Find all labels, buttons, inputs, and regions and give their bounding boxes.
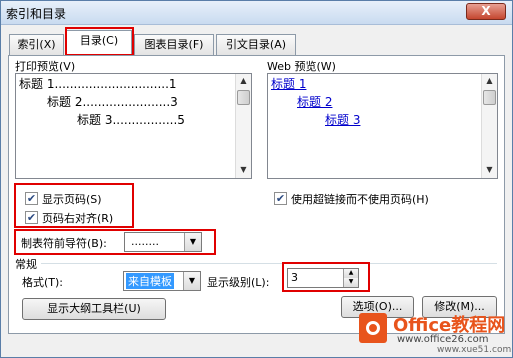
- close-button[interactable]: X: [466, 3, 506, 20]
- web-preview-link-2[interactable]: 标题 2: [297, 93, 332, 110]
- tab-index-label: 索引(X): [17, 38, 56, 51]
- print-preview-line-2: 标题 2.......................3: [47, 95, 178, 109]
- tab-leader-value: ........: [131, 235, 159, 248]
- web-preview-link-3[interactable]: 标题 3: [325, 111, 360, 128]
- dialog-window: 索引和目录 X 索引(X) 目录(C) 图表目录(F) 引文目录(A) 打印预览…: [0, 0, 513, 358]
- scroll-down-icon[interactable]: ▼: [236, 163, 251, 178]
- print-preview-scrollbar[interactable]: ▲ ▼: [235, 74, 251, 178]
- show-page-numbers-label: 显示页码(S): [42, 193, 102, 206]
- print-preview-box[interactable]: 标题 1..............................1 标题 2…: [15, 73, 252, 179]
- general-divider: [41, 263, 497, 264]
- show-outline-toolbar-label: 显示大纲工具栏(U): [47, 302, 141, 315]
- format-value: 来自模板: [126, 273, 174, 289]
- tab-index[interactable]: 索引(X): [9, 34, 64, 55]
- use-hyperlinks-label: 使用超链接而不使用页码(H): [291, 193, 429, 206]
- tab-leader-label: 制表符前导符(B):: [21, 237, 107, 250]
- format-label: 格式(T):: [22, 276, 64, 289]
- tab-leader-select[interactable]: ........ ▼: [124, 232, 202, 252]
- close-icon: X: [481, 4, 491, 18]
- print-preview-line-1: 标题 1..............................1: [19, 77, 177, 91]
- web-scroll-up-icon[interactable]: ▲: [482, 74, 497, 89]
- tab-authorities-label: 引文目录(A): [225, 38, 287, 51]
- tab-figures-label: 图表目录(F): [144, 38, 204, 51]
- title-bar: 索引和目录 X: [1, 1, 512, 25]
- watermark-url: www.office26.com: [397, 334, 489, 345]
- web-preview-scrollbar[interactable]: ▲ ▼: [481, 74, 497, 178]
- levels-value: 3: [291, 271, 298, 284]
- web-preview-link-1[interactable]: 标题 1: [271, 75, 306, 92]
- show-outline-toolbar-button[interactable]: 显示大纲工具栏(U): [22, 298, 166, 320]
- web-preview-label: Web 预览(W): [267, 60, 336, 73]
- office-logo-icon: [359, 313, 387, 343]
- web-scroll-down-icon[interactable]: ▼: [482, 163, 497, 178]
- highlight-toc-tab: [65, 27, 134, 56]
- spin-down-icon[interactable]: ▼: [343, 278, 358, 287]
- general-group-label: 常规: [15, 258, 37, 271]
- tab-authorities[interactable]: 引文目录(A): [216, 34, 296, 55]
- chevron-down-icon[interactable]: ▼: [184, 233, 201, 251]
- spin-up-icon[interactable]: ▲: [343, 269, 358, 278]
- right-align-checkbox[interactable]: ✔: [25, 211, 38, 224]
- show-page-numbers-checkbox[interactable]: ✔: [25, 192, 38, 205]
- use-hyperlinks-checkbox[interactable]: ✔: [274, 192, 287, 205]
- levels-spinner[interactable]: 3 ▲ ▼: [287, 268, 359, 288]
- scroll-up-icon[interactable]: ▲: [236, 74, 251, 89]
- format-select[interactable]: 来自模板 ▼: [123, 271, 201, 291]
- watermark-sub: www.xue51.com: [437, 345, 512, 355]
- window-title: 索引和目录: [6, 7, 67, 21]
- print-preview-line-3: 标题 3.................5: [77, 113, 185, 127]
- levels-label: 显示级别(L):: [207, 276, 270, 289]
- print-preview-label: 打印预览(V): [15, 60, 76, 73]
- format-chevron-down-icon[interactable]: ▼: [183, 272, 200, 290]
- web-scroll-thumb[interactable]: [483, 90, 496, 105]
- right-align-label: 页码右对齐(R): [42, 212, 114, 225]
- tab-figures[interactable]: 图表目录(F): [134, 34, 214, 55]
- web-preview-box[interactable]: 标题 1 标题 2 标题 3 ▲ ▼: [267, 73, 498, 179]
- scroll-thumb[interactable]: [237, 90, 250, 105]
